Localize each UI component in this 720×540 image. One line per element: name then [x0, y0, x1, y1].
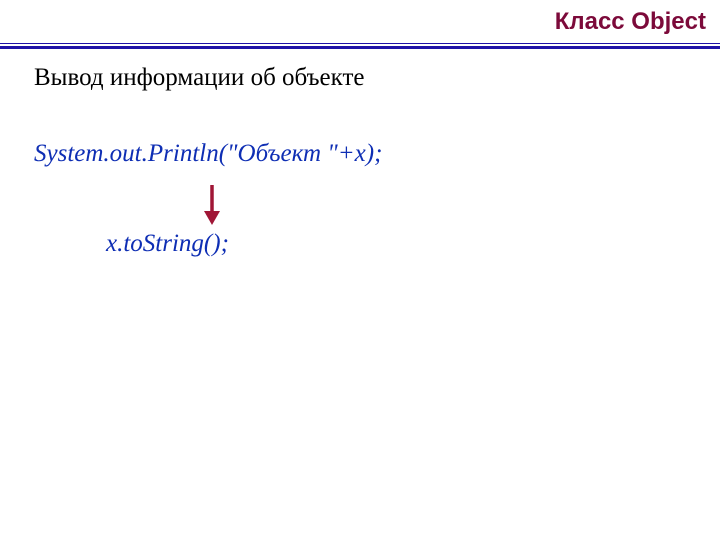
- subtitle-text: Вывод информации об объекте: [34, 64, 706, 92]
- header-rule-thick: [0, 46, 720, 49]
- page-title: Класс Object: [555, 8, 706, 36]
- arrow-down-icon: [200, 183, 224, 227]
- header-rule-thin: [0, 43, 720, 44]
- code-line-2: x.toString();: [34, 230, 706, 258]
- code-line-1: System.out.Println("Объект "+x);: [34, 140, 706, 168]
- content-block: Вывод информации об объекте System.out.P…: [34, 64, 706, 258]
